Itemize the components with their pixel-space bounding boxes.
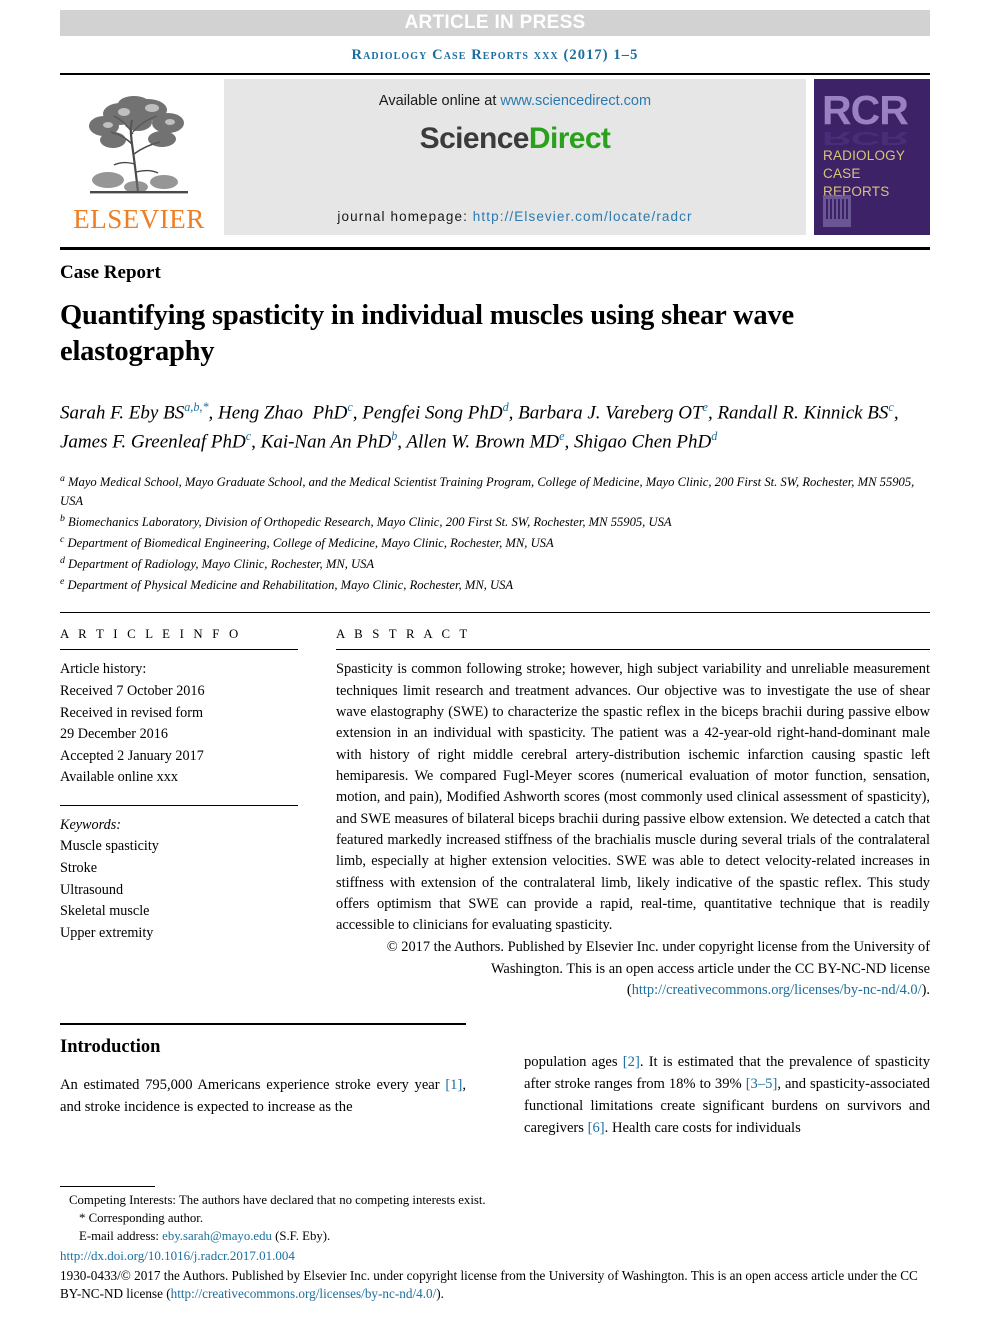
- journal-running-head: Radiology Case Reports xxx (2017) 1–5: [351, 47, 639, 63]
- abstract-column: A B S T R A C T Spasticity is common fol…: [336, 627, 930, 1001]
- article-in-press-banner: ARTICLE IN PRESS: [60, 10, 930, 36]
- article-info-heading: A R T I C L E I N F O: [60, 627, 242, 642]
- sciencedirect-word-direct: Direct: [528, 122, 611, 155]
- sciencedirect-wordmark: ScienceDirect: [420, 122, 611, 156]
- author-email-link[interactable]: eby.sarah@mayo.edu: [162, 1229, 272, 1243]
- introduction-paragraph-left: An estimated 795,000 Americans experienc…: [60, 1077, 466, 1116]
- keyword-item: Upper extremity: [60, 924, 154, 941]
- masthead-divider: [60, 247, 930, 250]
- page-title: Quantifying spasticity in individual mus…: [60, 300, 794, 367]
- article-info-rule: [60, 649, 298, 651]
- cc-license-link[interactable]: http://creativecommons.org/licenses/by-n…: [632, 982, 922, 998]
- elsevier-seal-icon: [823, 195, 851, 227]
- keyword-item: Skeletal muscle: [60, 903, 150, 920]
- keywords-block: Keywords: Muscle spasticity Stroke Ultraso…: [60, 815, 298, 944]
- affiliation-marker: c: [60, 534, 65, 546]
- article-in-press-label: ARTICLE IN PRESS: [404, 12, 586, 33]
- rcr-journal-cover: RCR RCR RADIOLOGY CASE REPORTS: [814, 79, 930, 235]
- doi-link[interactable]: http://dx.doi.org/10.1016/j.radcr.2017.0…: [60, 1248, 930, 1264]
- keyword-item: Muscle spasticity: [60, 838, 159, 855]
- affiliation-marker: a: [60, 473, 65, 485]
- elsevier-logo: ELSEVIER: [60, 79, 218, 235]
- history-item: 29 December 2016: [60, 726, 168, 743]
- email-note: E-mail address: eby.sarah@mayo.edu (S.F.…: [60, 1227, 930, 1245]
- affiliation-marker: b: [60, 513, 65, 525]
- sciencedirect-banner: Available online at www.sciencedirect.co…: [224, 79, 806, 235]
- introduction-section: Introduction An estimated 795,000 Americ…: [60, 1023, 930, 1140]
- affiliation-item: a Mayo Medical School, Mayo Graduate Sch…: [60, 473, 915, 509]
- affiliation-item: e Department of Physical Medicine and Re…: [60, 576, 514, 593]
- article-page: ARTICLE IN PRESS Radiology Case Reports …: [0, 10, 990, 1330]
- abstract-copyright-tail: ).: [921, 982, 930, 999]
- elsevier-tree-icon: [78, 92, 200, 204]
- journal-homepage-link[interactable]: http://Elsevier.com/locate/radcr: [473, 209, 693, 224]
- keywords-label: Keywords:: [60, 816, 121, 833]
- history-item: Available online xxx: [60, 769, 178, 786]
- affiliation-marker: d: [60, 555, 65, 567]
- rcr-title-lines: RADIOLOGY CASE REPORTS: [823, 147, 905, 200]
- introduction-heading: Introduction: [60, 1037, 161, 1058]
- article-type-label: Case Report: [60, 262, 161, 283]
- keyword-item: Stroke: [60, 860, 98, 877]
- journal-masthead: ELSEVIER Available online at www.science…: [60, 73, 930, 235]
- corresponding-author-note: * Corresponding author.: [79, 1211, 204, 1226]
- introduction-left-column: Introduction An estimated 795,000 Americ…: [60, 1023, 466, 1140]
- rcr-title-line1: RADIOLOGY: [823, 148, 906, 163]
- introduction-rule: [60, 1023, 466, 1026]
- abstract-copyright: © 2017 the Authors. Published by Elsevie…: [336, 937, 930, 1001]
- article-history-label: Article history:: [60, 661, 147, 678]
- email-suffix: (S.F. Eby).: [271, 1229, 331, 1244]
- article-info-column: A R T I C L E I N F O Article history: R…: [60, 627, 298, 1001]
- rcr-acronym-reflection: RCR: [822, 128, 908, 149]
- issn-copyright-line: 1930-0433/© 2017 the Authors. Published …: [60, 1267, 930, 1304]
- keywords-rule: [60, 804, 298, 806]
- affiliation-list: a Mayo Medical School, Mayo Graduate Sch…: [60, 472, 930, 595]
- affiliation-item: d Department of Radiology, Mayo Clinic, …: [60, 555, 375, 572]
- keyword-item: Ultrasound: [60, 881, 124, 898]
- available-online-label: Available online at: [378, 93, 501, 109]
- author-list: Sarah F. Eby BSa,b,*, Heng Zhao PhDc, Pe…: [60, 400, 899, 453]
- history-item: Received 7 October 2016: [60, 682, 205, 699]
- sciencedirect-word-science: Science: [419, 122, 530, 155]
- history-item: Received in revised form: [60, 704, 204, 721]
- footnote-separator: [60, 1186, 155, 1188]
- abstract-body: Spasticity is common following stroke; h…: [336, 661, 930, 934]
- abstract-heading: A B S T R A C T: [336, 627, 471, 642]
- abstract-rule: [336, 649, 930, 651]
- issn-copyright-tail: ).: [436, 1286, 444, 1302]
- affiliation-item: b Biomechanics Laboratory, Division of O…: [60, 513, 672, 530]
- affiliation-marker: e: [60, 576, 65, 588]
- sciencedirect-url-link[interactable]: www.sciencedirect.com: [500, 93, 651, 109]
- introduction-right-column: population ages [2]. It is estimated tha…: [524, 1023, 930, 1140]
- footnote-block: Competing Interests: The authors have de…: [60, 1186, 930, 1304]
- competing-interests-note: Competing Interests: The authors have de…: [69, 1193, 486, 1208]
- article-history-block: Article history: Received 7 October 2016…: [60, 659, 298, 788]
- available-online-line: Available online at www.sciencedirect.co…: [379, 93, 651, 109]
- history-item: Accepted 2 January 2017: [60, 747, 204, 764]
- elsevier-wordmark: ELSEVIER: [73, 204, 205, 234]
- info-abstract-section: A R T I C L E I N F O Article history: R…: [60, 612, 930, 1001]
- journal-homepage-label: journal homepage:: [337, 209, 473, 224]
- journal-homepage-line: journal homepage: http://Elsevier.com/lo…: [224, 209, 806, 224]
- keyword-items: Muscle spasticity Stroke Ultrasound Skeleta…: [60, 836, 298, 944]
- affiliation-item: c Department of Biomedical Engineering, …: [60, 534, 554, 551]
- introduction-paragraph-right: population ages [2]. It is estimated tha…: [524, 1054, 930, 1137]
- email-label: E-mail address:: [79, 1229, 163, 1244]
- rcr-title-line2: CASE: [823, 165, 861, 181]
- rcr-acronym: RCR: [822, 87, 909, 133]
- footer-cc-license-link[interactable]: http://creativecommons.org/licenses/by-n…: [171, 1286, 437, 1301]
- history-items: Received 7 October 2016 Received in revis…: [60, 681, 298, 789]
